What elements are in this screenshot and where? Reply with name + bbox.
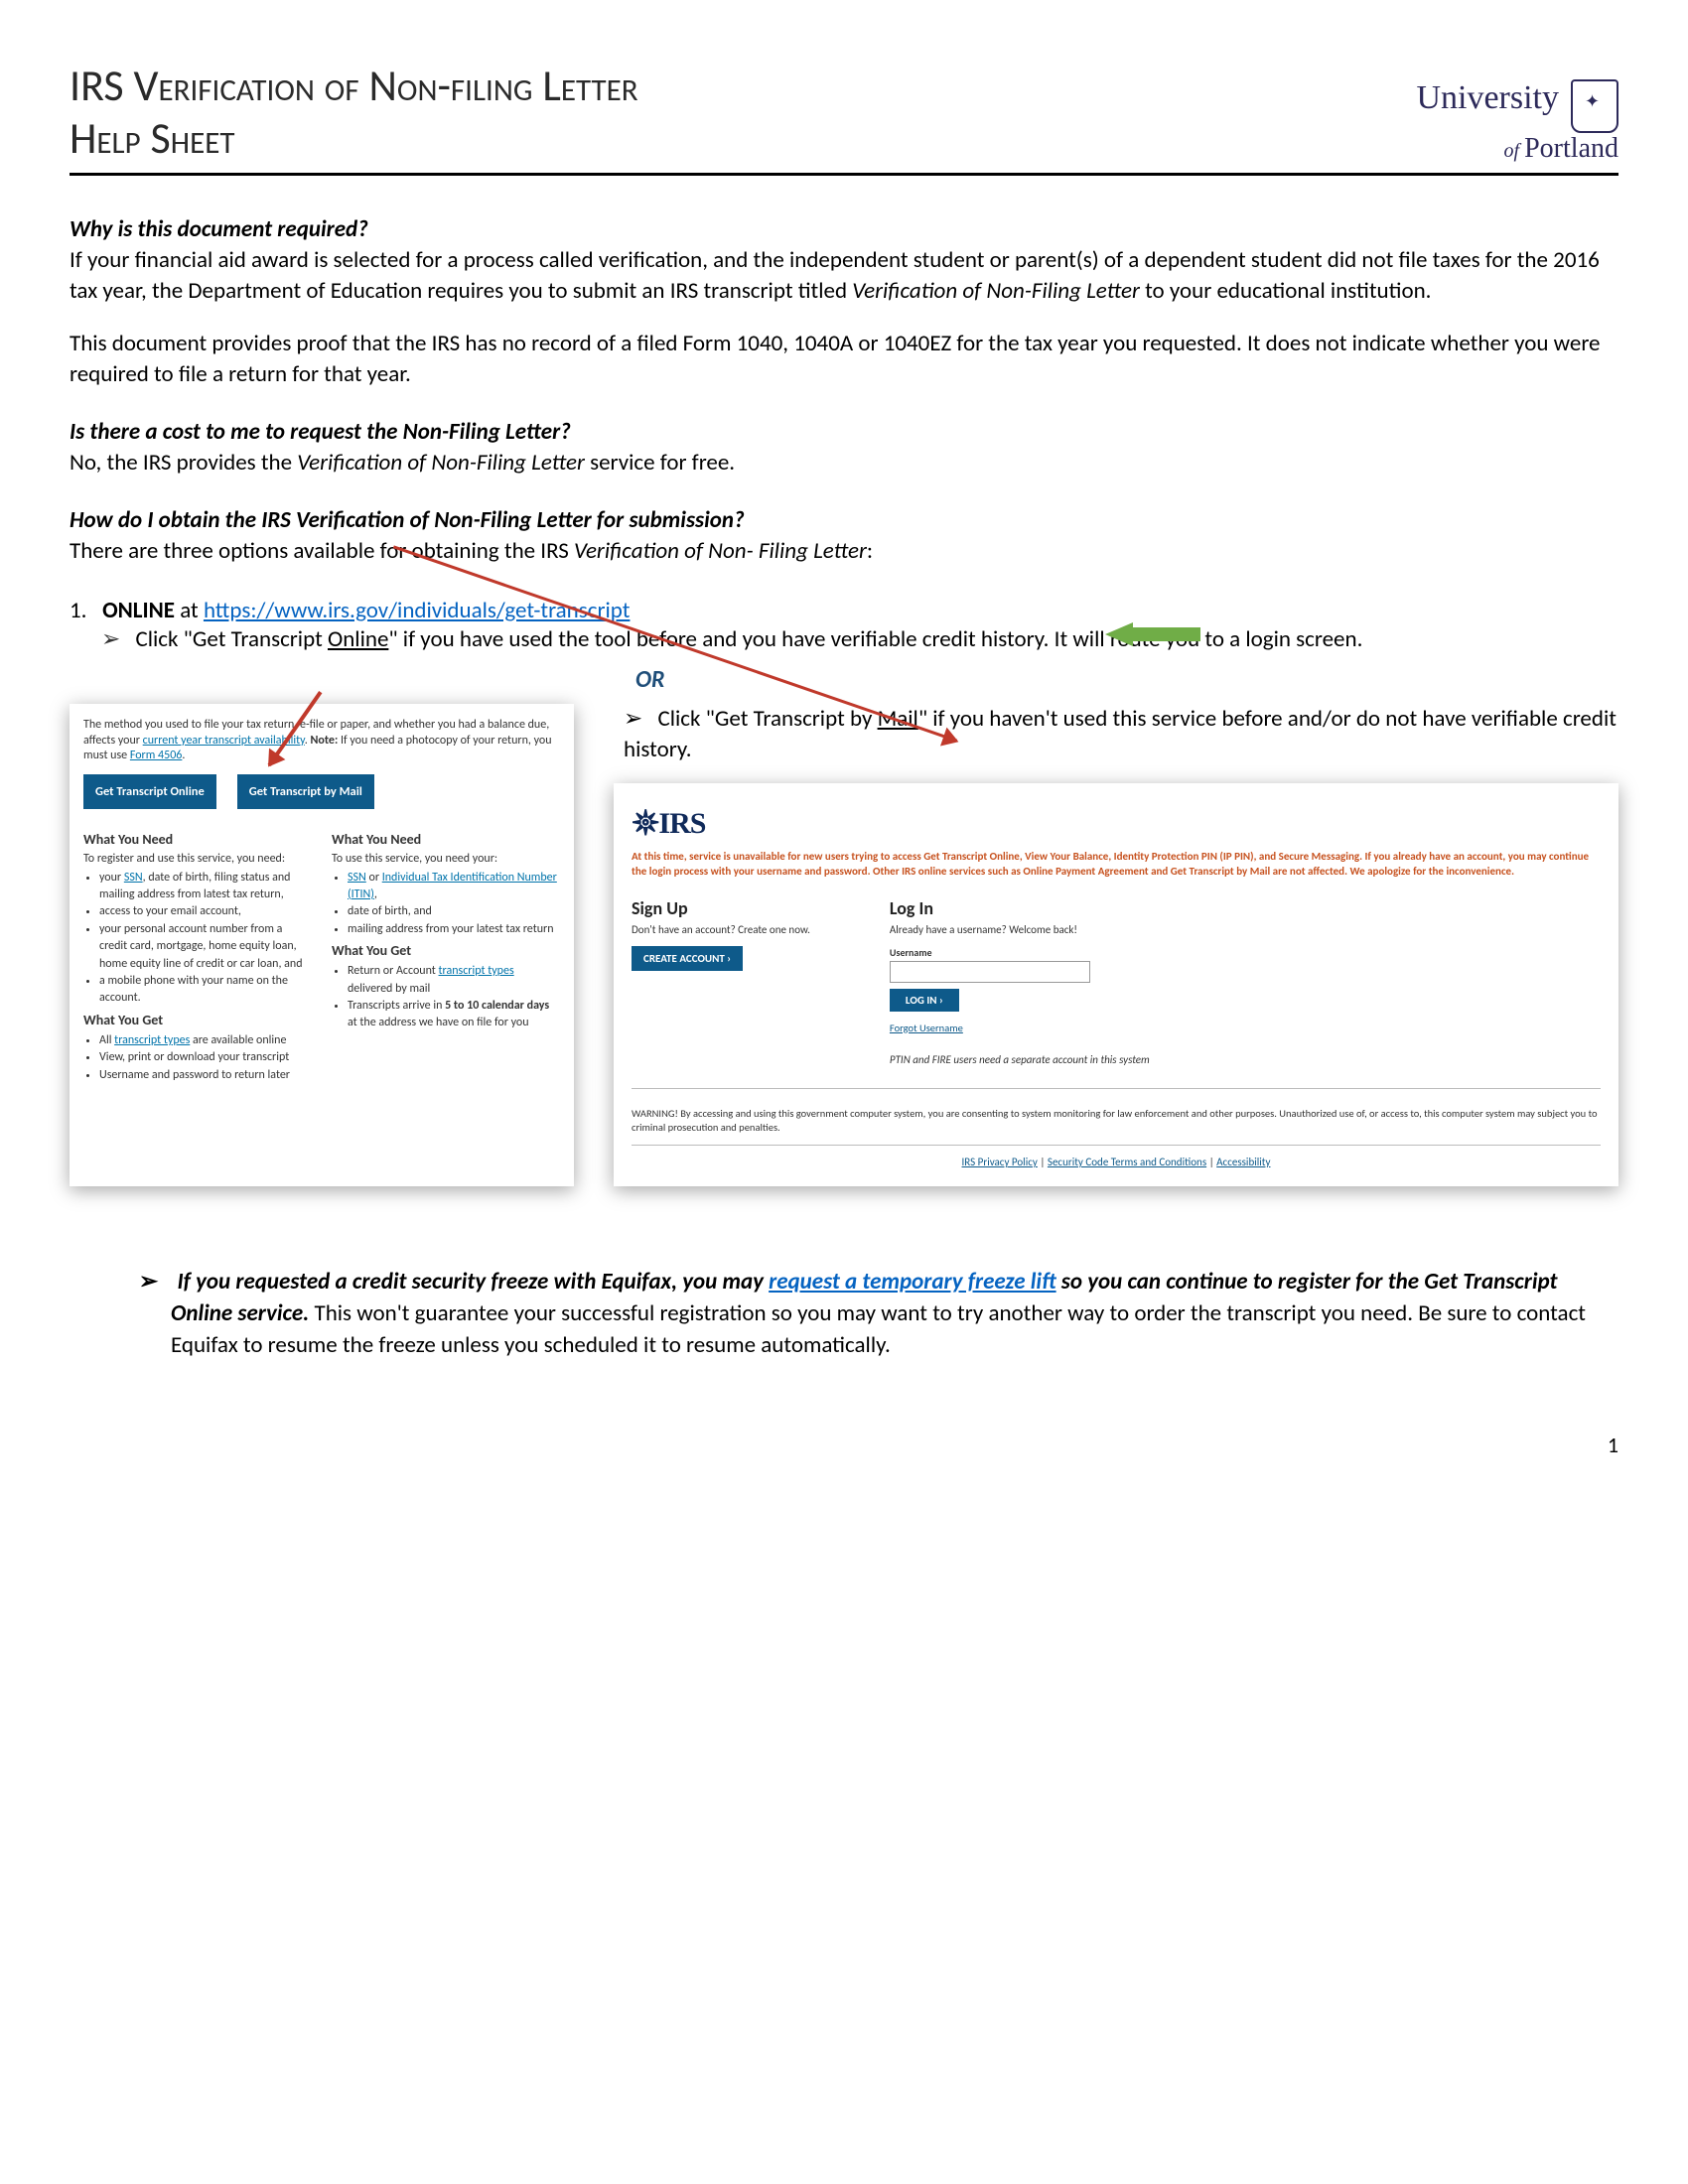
create-account-button[interactable]: CREATE ACCOUNT ›: [632, 946, 743, 971]
step-1: 1. ONLINE at https://www.irs.gov/individ…: [70, 597, 1618, 624]
terms-link[interactable]: Security Code Terms and Conditions: [1048, 1156, 1206, 1168]
bullet-mail: Click "Get Transcript by Mail" if you ha…: [624, 704, 1618, 765]
shot1-colB-list2: Return or Account transcript types deliv…: [332, 963, 560, 1032]
username-input[interactable]: [890, 961, 1090, 983]
shield-icon: [1571, 79, 1618, 133]
heading-how: How do I obtain the IRS Verification of …: [70, 506, 1618, 534]
screenshot-irs-login: 𖤓IRS At this time, service is unavailabl…: [614, 783, 1618, 1186]
shot1-col-mail: What You Need To use this service, you n…: [332, 831, 560, 1088]
para-why-2: This document provides proof that the IR…: [70, 329, 1618, 390]
gov-warning: WARNING! By accessing and using this gov…: [632, 1107, 1601, 1146]
irs-logo: 𖤓IRS: [632, 801, 1601, 842]
login-button[interactable]: LOG IN ›: [890, 989, 959, 1012]
shot2-service-warning: At this time, service is unavailable for…: [632, 850, 1601, 880]
freeze-lift-link[interactable]: request a temporary freeze lift: [769, 1268, 1055, 1296]
shot1-intro: The method you used to file your tax ret…: [83, 718, 560, 764]
get-transcript-link[interactable]: https://www.irs.gov/individuals/get-tran…: [204, 597, 631, 624]
shot1-colA-list2: All transcript types are available onlin…: [83, 1032, 312, 1084]
link-form4506[interactable]: Form 4506: [130, 749, 183, 762]
login-col: Log In Already have a username? Welcome …: [890, 897, 1150, 1066]
forgot-username-link[interactable]: Forgot Username: [890, 1022, 963, 1034]
shot1-colB-list1: SSN or Individual Tax Identification Num…: [332, 870, 560, 939]
page-title: IRS Verification of Non-filing Letter He…: [70, 60, 638, 165]
page-number: 1: [70, 1432, 1618, 1458]
equifax-bullet: If you requested a credit security freez…: [139, 1266, 1618, 1362]
privacy-link[interactable]: IRS Privacy Policy: [962, 1156, 1038, 1168]
shot1-colA-list1: your SSN, date of birth, filing status a…: [83, 870, 312, 1008]
shot1-col-online: What You Need To register and use this s…: [83, 831, 312, 1088]
para-why-1: If your financial aid award is selected …: [70, 245, 1618, 307]
get-transcript-mail-button[interactable]: Get Transcript by Mail: [237, 774, 374, 809]
page-header: IRS Verification of Non-filing Letter He…: [70, 60, 1618, 176]
para-cost: No, the IRS provides the Verification of…: [70, 448, 1618, 478]
green-arrow-icon: [1105, 620, 1204, 646]
university-logo: University of Portland: [1416, 79, 1618, 165]
ptin-note: PTIN and FIRE users need a separate acco…: [890, 1053, 1150, 1066]
footer-links: IRS Privacy Policy | Security Code Terms…: [632, 1156, 1601, 1168]
heading-cost: Is there a cost to me to request the Non…: [70, 418, 1618, 446]
heading-why: Why is this document required?: [70, 215, 1618, 243]
get-transcript-online-button[interactable]: Get Transcript Online: [83, 774, 216, 809]
screenshot-get-transcript: The method you used to file your tax ret…: [70, 704, 574, 1186]
signup-col: Sign Up Don't have an account? Create on…: [632, 897, 810, 1066]
bullet-online: Click "Get Transcript Online" if you hav…: [101, 624, 1618, 655]
accessibility-link[interactable]: Accessibility: [1216, 1156, 1270, 1168]
para-how: There are three options available for ob…: [70, 536, 1618, 567]
